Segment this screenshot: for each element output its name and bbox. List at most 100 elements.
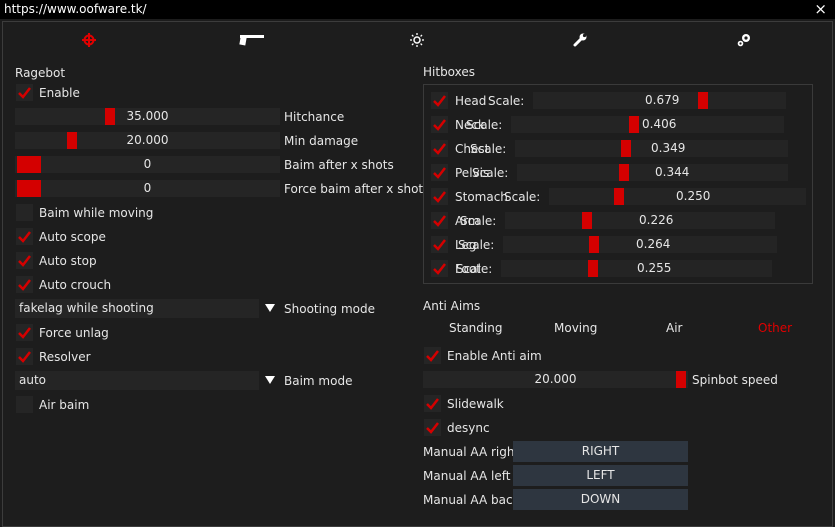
manual-aa-left-button[interactable]: LEFT bbox=[513, 465, 688, 486]
tab-misc[interactable] bbox=[572, 32, 588, 48]
hitbox-head-scale-value: 0.679 bbox=[645, 93, 680, 107]
tab-air[interactable]: Air bbox=[666, 321, 682, 335]
hitbox-foot-scale-slider[interactable]: 0.255 bbox=[501, 260, 772, 277]
pistol-icon bbox=[239, 35, 264, 46]
checkmark-icon bbox=[433, 215, 446, 227]
shooting-mode-dropdown-arrow-icon[interactable] bbox=[265, 304, 275, 312]
hitbox-arm-scale-value: 0.226 bbox=[639, 213, 674, 227]
slidewalk-checkbox[interactable] bbox=[424, 395, 441, 412]
checkmark-icon bbox=[18, 87, 31, 99]
hitbox-neck-scale-value: 0.406 bbox=[642, 117, 677, 131]
hitbox-foot-scale-value: 0.255 bbox=[637, 261, 672, 275]
hitboxes-panel bbox=[423, 84, 813, 284]
force-unlag-checkbox[interactable] bbox=[16, 324, 33, 341]
hitbox-arm-scale-slider[interactable]: 0.226 bbox=[505, 212, 775, 229]
slider-handle[interactable] bbox=[698, 92, 708, 109]
shooting-mode-label: Shooting mode bbox=[284, 302, 376, 316]
tab-visuals[interactable] bbox=[409, 32, 425, 48]
baim-after-slider[interactable]: 0 bbox=[15, 156, 280, 173]
hitchance-label: Hitchance bbox=[284, 110, 345, 124]
manual-aa-back-button[interactable]: DOWN bbox=[513, 489, 688, 510]
slider-handle[interactable] bbox=[588, 260, 598, 277]
crosshair-icon bbox=[82, 33, 96, 47]
desync-label: desync bbox=[447, 421, 490, 435]
force-unlag-label: Force unlag bbox=[39, 326, 109, 340]
resolver-checkbox[interactable] bbox=[16, 348, 33, 365]
enable-anti-aim-checkbox[interactable] bbox=[424, 347, 441, 364]
spinbot-speed-slider[interactable]: 20.000 bbox=[423, 371, 688, 388]
air-baim-label: Air baim bbox=[39, 398, 90, 412]
baim-mode-select[interactable]: auto bbox=[15, 371, 259, 390]
hitbox-head-label: Head bbox=[455, 94, 487, 108]
checkmark-icon bbox=[433, 167, 446, 179]
gears-icon bbox=[737, 34, 750, 47]
slider-handle[interactable] bbox=[621, 140, 631, 157]
hitbox-scale-label: Scale: bbox=[460, 214, 497, 228]
auto-stop-checkbox[interactable] bbox=[16, 252, 33, 269]
title-bar: https://www.oofware.tk/ × bbox=[0, 0, 835, 19]
checkmark-icon bbox=[433, 143, 446, 155]
min-damage-slider[interactable]: 20.000 bbox=[15, 132, 280, 149]
window-title: https://www.oofware.tk/ bbox=[4, 2, 147, 16]
hitbox-stomach-checkbox[interactable] bbox=[431, 188, 448, 205]
hitbox-pelvis-checkbox[interactable] bbox=[431, 164, 448, 181]
checkmark-icon bbox=[426, 422, 439, 434]
tab-standing[interactable]: Standing bbox=[449, 321, 502, 335]
shooting-mode-value: fakelag while shooting bbox=[19, 301, 154, 315]
hitbox-pelvis-scale-slider[interactable]: 0.344 bbox=[517, 164, 788, 181]
hitbox-leg-checkbox[interactable] bbox=[431, 236, 448, 253]
hitbox-leg-scale-slider[interactable]: 0.264 bbox=[503, 236, 777, 253]
sun-icon bbox=[410, 33, 424, 47]
air-baim-checkbox[interactable] bbox=[16, 396, 33, 413]
hitchance-value: 35.000 bbox=[126, 109, 169, 123]
hitbox-arm-checkbox[interactable] bbox=[431, 212, 448, 229]
checkmark-icon bbox=[433, 95, 446, 107]
tab-other[interactable]: Other bbox=[758, 321, 792, 335]
hitbox-neck-checkbox[interactable] bbox=[431, 116, 448, 133]
baim-after-value: 0 bbox=[143, 157, 152, 171]
close-icon[interactable]: × bbox=[814, 0, 827, 19]
baim-mode-dropdown-arrow-icon[interactable] bbox=[265, 376, 275, 384]
hitbox-foot-checkbox[interactable] bbox=[431, 260, 448, 277]
slider-handle[interactable] bbox=[614, 188, 624, 205]
hitchance-slider[interactable]: 35.000 bbox=[15, 108, 280, 125]
tab-weapon[interactable] bbox=[238, 32, 266, 48]
slider-handle[interactable] bbox=[582, 212, 592, 229]
slidewalk-label: Slidewalk bbox=[447, 397, 504, 411]
hitbox-stomach-scale-slider[interactable]: 0.250 bbox=[549, 188, 806, 205]
force-baim-after-label: Force baim after x shots bbox=[284, 182, 430, 196]
checkmark-icon bbox=[433, 263, 446, 275]
enable-checkbox[interactable] bbox=[16, 84, 33, 101]
checkmark-icon bbox=[18, 327, 31, 339]
auto-scope-label: Auto scope bbox=[39, 230, 106, 244]
hitbox-scale-label: Scale: bbox=[504, 190, 541, 204]
shooting-mode-select[interactable]: fakelag while shooting bbox=[15, 299, 259, 318]
auto-scope-checkbox[interactable] bbox=[16, 228, 33, 245]
force-baim-after-slider[interactable]: 0 bbox=[15, 180, 280, 197]
desync-checkbox[interactable] bbox=[424, 419, 441, 436]
auto-stop-label: Auto stop bbox=[39, 254, 97, 268]
hitbox-head-scale-slider[interactable]: 0.679 bbox=[533, 92, 786, 109]
enable-label: Enable bbox=[39, 86, 80, 100]
tab-ragebot[interactable] bbox=[81, 32, 97, 48]
checkmark-icon bbox=[426, 350, 439, 362]
tab-moving[interactable]: Moving bbox=[554, 321, 597, 335]
checkmark-icon bbox=[18, 231, 31, 243]
hitbox-head-checkbox[interactable] bbox=[431, 92, 448, 109]
manual-aa-right-button[interactable]: RIGHT bbox=[513, 441, 688, 462]
slider-handle[interactable] bbox=[629, 116, 639, 133]
slider-handle[interactable] bbox=[589, 236, 599, 253]
manual-aa-left-label: Manual AA left bbox=[423, 469, 511, 483]
hitbox-chest-scale-slider[interactable]: 0.349 bbox=[515, 140, 788, 157]
slider-handle[interactable] bbox=[619, 164, 629, 181]
spinbot-speed-label: Spinbot speed bbox=[692, 373, 778, 387]
tab-settings[interactable] bbox=[736, 32, 752, 48]
hitbox-scale-label: Scale: bbox=[456, 262, 493, 276]
hitbox-scale-label: Scale: bbox=[470, 142, 507, 156]
manual-aa-right-label: Manual AA right bbox=[423, 445, 520, 459]
hitbox-chest-checkbox[interactable] bbox=[431, 140, 448, 157]
baim-while-moving-checkbox[interactable] bbox=[16, 204, 33, 221]
baim-after-label: Baim after x shots bbox=[284, 158, 394, 172]
auto-crouch-checkbox[interactable] bbox=[16, 276, 33, 293]
hitbox-neck-scale-slider[interactable]: 0.406 bbox=[511, 116, 784, 133]
